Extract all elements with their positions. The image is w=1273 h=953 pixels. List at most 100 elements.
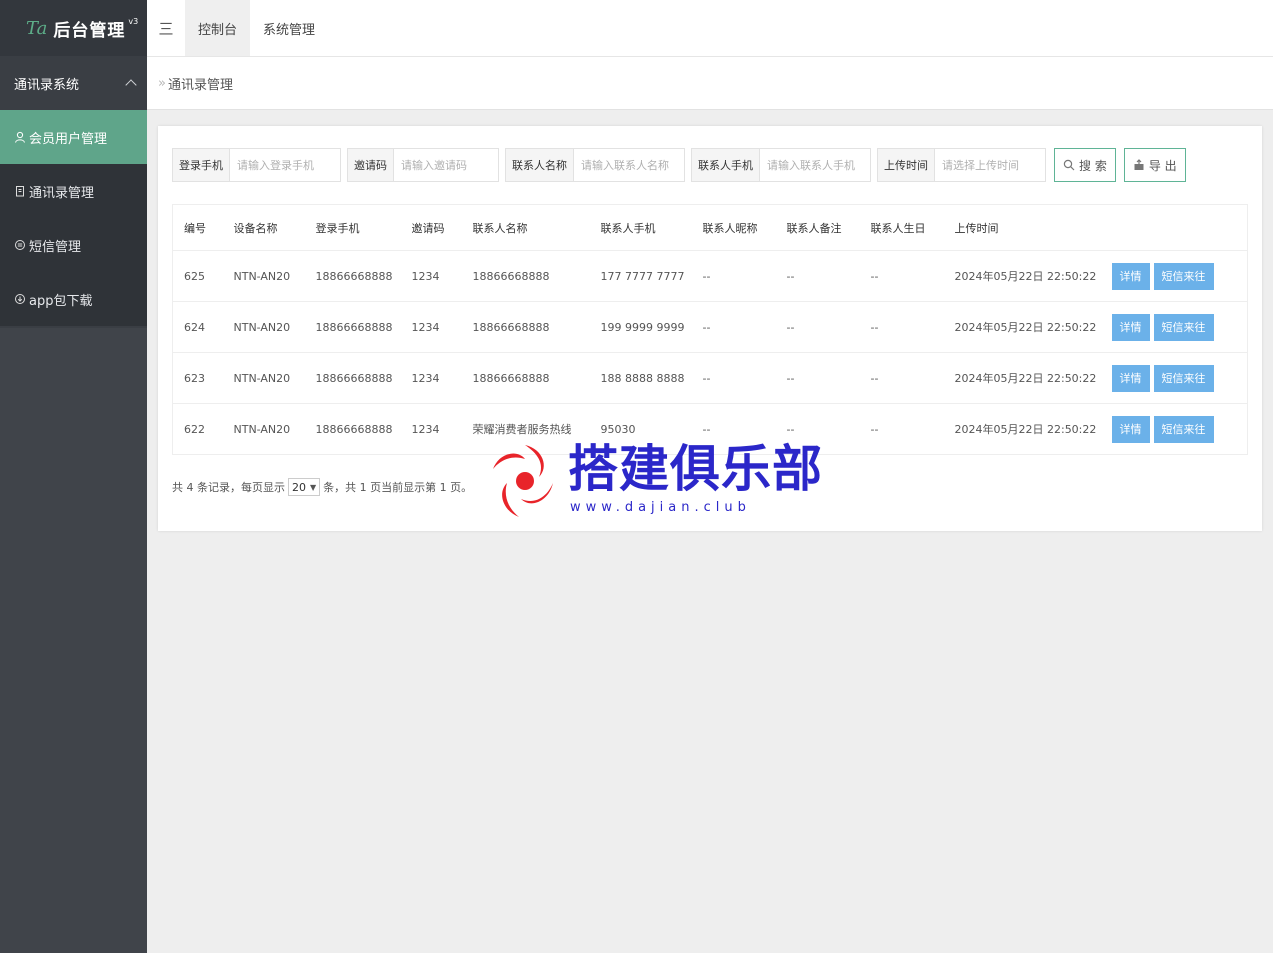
breadcrumb-label: 通讯录管理	[167, 77, 233, 93]
filter-label: 联系人手机	[692, 149, 760, 181]
detail-button[interactable]: 详情	[1111, 262, 1150, 290]
contact-phone-input[interactable]	[760, 149, 870, 181]
cell-invite-code: 1234	[400, 301, 462, 353]
detail-button[interactable]: 详情	[1111, 364, 1150, 392]
export-button[interactable]: 导 出	[1123, 148, 1186, 182]
cell-remark: --	[775, 352, 860, 404]
cell-remark: --	[775, 301, 860, 353]
download-icon	[15, 294, 25, 304]
cell-actions: 详情 短信来往	[1100, 250, 1248, 302]
cell-birthday: --	[859, 250, 944, 302]
cell-contact-name: 18866668888	[461, 250, 590, 302]
cell-id: 623	[172, 352, 223, 404]
export-button-label: 导 出	[1148, 158, 1177, 173]
page-size-value: 20	[292, 480, 306, 494]
breadcrumb: » 通讯录管理	[147, 57, 1273, 110]
breadcrumb-arrow-icon: »	[158, 75, 166, 91]
tab-label: 系统管理	[263, 22, 316, 38]
sidebar-background	[0, 328, 147, 953]
sidebar-item-label: app包下载	[29, 293, 93, 309]
pagination-summary-prefix: 共 4 条记录，每页显示	[172, 481, 285, 494]
cell-id: 624	[172, 301, 223, 353]
sms-history-button[interactable]: 短信来往	[1153, 364, 1214, 392]
sidebar-item-app-download[interactable]: app包下载	[0, 272, 147, 326]
cell-nickname: --	[691, 352, 776, 404]
menu-group-contacts-system[interactable]: 通讯录系统	[0, 56, 147, 110]
sms-history-button[interactable]: 短信来往	[1153, 415, 1214, 443]
login-phone-input[interactable]	[230, 149, 340, 181]
sms-history-button[interactable]: 短信来往	[1153, 262, 1214, 290]
sidebar-item-member-users[interactable]: 会员用户管理	[0, 110, 147, 164]
detail-button[interactable]: 详情	[1111, 415, 1150, 443]
cell-login-phone: 18866668888	[304, 250, 401, 302]
cell-login-phone: 18866668888	[304, 301, 401, 353]
column-header: 联系人手机	[589, 204, 692, 251]
watermark-logo-icon	[493, 445, 553, 517]
contact-name-input[interactable]	[574, 149, 684, 181]
cell-login-phone: 18866668888	[304, 352, 401, 404]
search-button-label: 搜 索	[1079, 158, 1107, 173]
app-title: 后台管理	[53, 20, 126, 41]
contacts-table: 编号 设备名称 登录手机 邀请码 联系人名称 联系人手机 联系人昵称 联系人备注…	[172, 204, 1248, 455]
cell-device: NTN-AN20	[222, 301, 305, 353]
cell-contact-phone: 188 8888 8888	[589, 352, 692, 404]
search-icon	[1063, 159, 1075, 171]
pagination: 共 4 条记录，每页显示 20 ▼ 条，共 1 页当前显示第 1 页。	[172, 478, 472, 496]
column-header: 登录手机	[304, 204, 401, 251]
sidebar-item-contacts[interactable]: 通讯录管理	[0, 164, 147, 218]
column-header: 联系人备注	[775, 204, 860, 251]
tab-dashboard[interactable]: 控制台	[185, 0, 251, 56]
sidebar: Ta 后台管理 v3 通讯录系统 会员用户管理 通讯录管理 短信管理 app包下…	[0, 0, 147, 953]
cell-upload-time: 2024年05月22日 22:50:22	[943, 250, 1101, 302]
menu-group-label: 通讯录系统	[14, 77, 80, 93]
clipboard-icon	[16, 186, 24, 197]
cell-contact-name: 18866668888	[461, 352, 590, 404]
logo: Ta 后台管理 v3	[0, 0, 147, 56]
cell-actions: 详情 短信来往	[1100, 403, 1248, 455]
column-header: 邀请码	[400, 204, 462, 251]
column-header: 联系人名称	[461, 204, 590, 251]
watermark-url: www.dajian.club	[570, 500, 751, 515]
topbar: 三 控制台 系统管理	[147, 0, 1273, 57]
logo-mark: Ta	[26, 17, 48, 39]
chevron-up-icon	[125, 79, 137, 91]
cell-upload-time: 2024年05月22日 22:50:22	[943, 403, 1101, 455]
watermark-text: 搭建俱乐部	[568, 440, 823, 498]
filter-contact-phone: 联系人手机	[691, 148, 871, 182]
cell-login-phone: 18866668888	[304, 403, 401, 455]
column-header: 上传时间	[943, 204, 1101, 251]
cell-upload-time: 2024年05月22日 22:50:22	[943, 301, 1101, 353]
tab-system-management[interactable]: 系统管理	[250, 0, 328, 56]
tab-label: 控制台	[198, 22, 238, 38]
filter-upload-time: 上传时间	[877, 148, 1046, 182]
cell-birthday: --	[859, 352, 944, 404]
filter-invite-code: 邀请码	[347, 148, 499, 182]
page-size-select[interactable]: 20 ▼	[288, 478, 321, 496]
sms-history-button[interactable]: 短信来往	[1153, 313, 1214, 341]
upload-time-input[interactable]	[935, 149, 1045, 181]
invite-code-input[interactable]	[394, 149, 498, 181]
column-header: 联系人生日	[859, 204, 944, 251]
cell-birthday: --	[859, 403, 944, 455]
watermark: 搭建俱乐部 www.dajian.club	[489, 437, 822, 527]
cell-actions: 详情 短信来往	[1100, 301, 1248, 353]
menu-toggle-button[interactable]: 三	[147, 0, 185, 56]
user-icon	[15, 131, 25, 143]
cell-id: 625	[172, 250, 223, 302]
filter-contact-name: 联系人名称	[505, 148, 685, 182]
table-row: 623 NTN-AN20 18866668888 1234 1886666888…	[172, 352, 1248, 404]
submenu: 会员用户管理 通讯录管理 短信管理 app包下载	[0, 110, 147, 326]
cell-nickname: --	[691, 250, 776, 302]
sidebar-item-label: 通讯录管理	[29, 185, 95, 201]
pagination-summary-suffix: 条，共 1 页当前显示第 1 页。	[323, 481, 473, 494]
column-header: 设备名称	[222, 204, 305, 251]
cell-device: NTN-AN20	[222, 352, 305, 404]
detail-button[interactable]: 详情	[1111, 313, 1150, 341]
filter-login-phone: 登录手机	[172, 148, 341, 182]
sidebar-item-sms[interactable]: 短信管理	[0, 218, 147, 272]
sidebar-item-label: 短信管理	[29, 239, 82, 255]
search-button[interactable]: 搜 索	[1054, 148, 1116, 182]
cell-invite-code: 1234	[400, 352, 462, 404]
filter-label: 邀请码	[348, 149, 394, 181]
cell-remark: --	[775, 250, 860, 302]
